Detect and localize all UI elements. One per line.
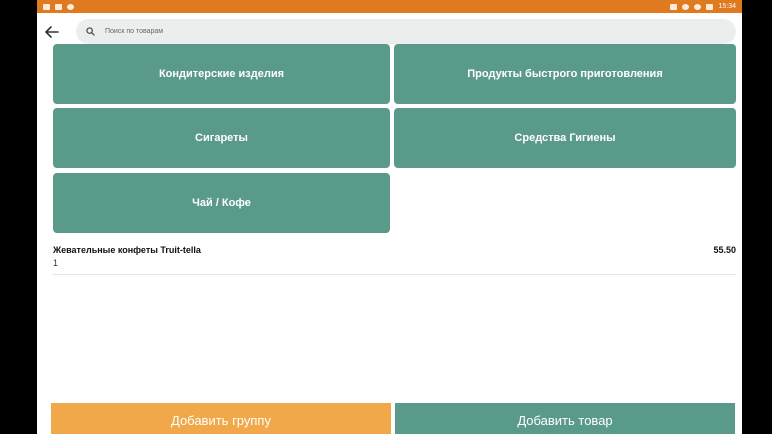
search-icon xyxy=(86,27,95,36)
item-price: 55.50 xyxy=(713,245,736,255)
category-tea-coffee[interactable]: Чай / Кофе xyxy=(53,173,390,233)
add-product-label: Добавить товар xyxy=(517,412,613,428)
add-group-button[interactable]: Добавить группу xyxy=(51,403,391,434)
back-button[interactable] xyxy=(37,17,67,47)
category-label: Чай / Кофе xyxy=(192,197,251,209)
bottom-actions: Добавить группу Добавить товар xyxy=(51,403,737,434)
status-bar-right: 15:34 xyxy=(670,3,736,10)
image-icon xyxy=(55,3,62,10)
signal-icon xyxy=(670,3,678,10)
category-label: Кондитерские изделия xyxy=(158,68,285,80)
category-cigarettes[interactable]: Сигареты xyxy=(53,108,390,168)
status-bar: 15:34 xyxy=(37,0,742,13)
status-bar-left xyxy=(43,3,74,10)
category-label: Продукты быстрого приготовления xyxy=(467,68,663,80)
item-quantity: 1 xyxy=(53,258,59,268)
back-arrow-icon xyxy=(45,26,59,38)
item-name: Жевательные конфеты Truit-tella xyxy=(53,245,201,255)
search-bar[interactable] xyxy=(76,19,736,44)
category-instant-food[interactable]: Продукты быстрого приготовления xyxy=(394,44,736,104)
battery-icon xyxy=(706,3,714,10)
app-screen: 15:34 Кондитерские изделия Продукты быст… xyxy=(37,0,742,434)
add-group-label: Добавить группу xyxy=(171,412,271,428)
category-label: Средства Гигиены xyxy=(514,132,616,144)
list-item[interactable]: Жевательные конфеты Truit-tella 1 55.50 xyxy=(53,242,736,275)
category-confectionery[interactable]: Кондитерские изделия xyxy=(53,44,390,104)
category-label: Сигареты xyxy=(195,132,248,144)
status-time: 15:34 xyxy=(718,3,736,10)
notification-icon xyxy=(43,3,50,10)
add-product-button[interactable]: Добавить товар xyxy=(395,403,735,434)
location-pin-icon xyxy=(682,3,690,10)
wifi-icon xyxy=(694,3,702,10)
category-hygiene[interactable]: Средства Гигиены xyxy=(394,108,736,168)
location-icon xyxy=(67,3,74,10)
top-bar xyxy=(37,17,742,47)
search-input[interactable] xyxy=(103,27,507,36)
